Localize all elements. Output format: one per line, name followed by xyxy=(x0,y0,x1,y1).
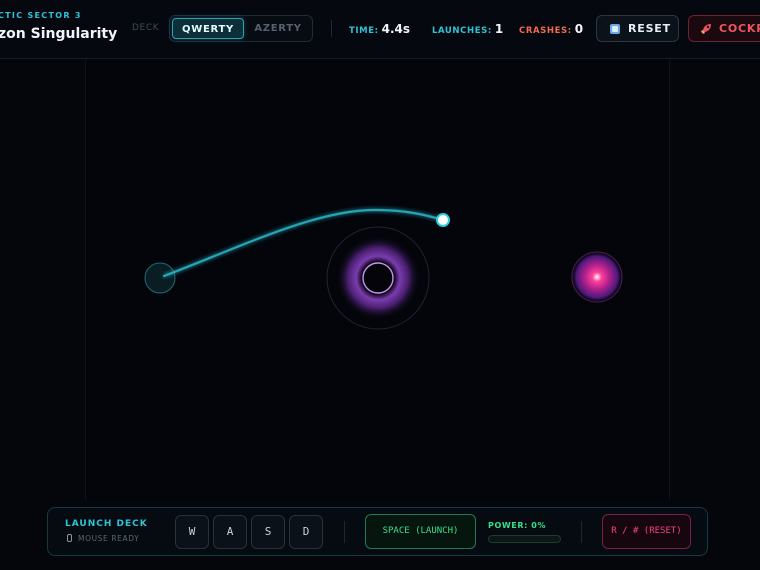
playfield[interactable] xyxy=(86,59,671,500)
stat-launches: LAUNCHES: 1 xyxy=(432,20,503,36)
key-a[interactable]: A xyxy=(213,515,247,549)
deck-label: DECK xyxy=(132,23,160,33)
cockpit-button[interactable]: COCKPIT xyxy=(688,15,760,42)
rocket-icon xyxy=(701,24,711,34)
header-divider xyxy=(331,20,332,37)
cockpit-button-label: COCKPIT xyxy=(719,22,760,35)
reset-square-icon xyxy=(610,24,620,34)
launch-deck-title: LAUNCH DECK xyxy=(65,519,148,529)
key-s[interactable]: S xyxy=(251,515,285,549)
mouse-status: MOUSE READY xyxy=(67,534,139,543)
key-d[interactable]: D xyxy=(289,515,323,549)
launch-pad xyxy=(144,262,176,294)
reset-button[interactable]: RESET xyxy=(596,15,679,42)
reset-button-label: RESET xyxy=(628,22,671,35)
deck-divider xyxy=(344,521,345,543)
game-arena[interactable] xyxy=(85,59,670,500)
stat-crashes: CRASHES: 0 xyxy=(519,20,583,36)
black-hole-event-horizon xyxy=(362,262,394,294)
key-w[interactable]: W xyxy=(175,515,209,549)
stat-crashes-value: 0 xyxy=(574,22,584,36)
deck-divider xyxy=(581,521,582,543)
mouse-icon xyxy=(67,534,72,542)
stat-launches-label: LAUNCHES: xyxy=(432,26,492,36)
launch-deck-panel: LAUNCH DECK MOUSE READY W A S D SPACE (L… xyxy=(47,507,708,556)
top-bar: CTIC SECTOR 3 zon Singularity DECK QWERT… xyxy=(0,0,760,59)
stat-time: TIME: 4.4s xyxy=(349,20,410,36)
stat-launches-value: 1 xyxy=(494,22,504,36)
reset-key-button[interactable]: R / # (RESET) xyxy=(602,514,691,549)
layout-option-qwerty[interactable]: QWERTY xyxy=(172,18,244,39)
launch-button[interactable]: SPACE (LAUNCH) xyxy=(365,514,476,549)
sector-label: CTIC SECTOR 3 xyxy=(0,11,82,20)
black-hole xyxy=(326,226,430,330)
stat-time-value: 4.4s xyxy=(381,22,411,36)
target-star-glow xyxy=(571,251,623,303)
stat-crashes-label: CRASHES: xyxy=(519,26,572,36)
target-star xyxy=(571,251,623,303)
probe xyxy=(436,213,450,227)
level-title: zon Singularity xyxy=(0,26,118,42)
keyboard-layout-toggle: QWERTY AZERTY xyxy=(169,15,313,42)
power-label: POWER: 0% xyxy=(488,521,547,530)
power-bar xyxy=(488,535,561,543)
layout-option-azerty[interactable]: AZERTY xyxy=(246,18,310,39)
stat-time-label: TIME: xyxy=(349,26,379,36)
mouse-status-text: MOUSE READY xyxy=(78,534,140,543)
